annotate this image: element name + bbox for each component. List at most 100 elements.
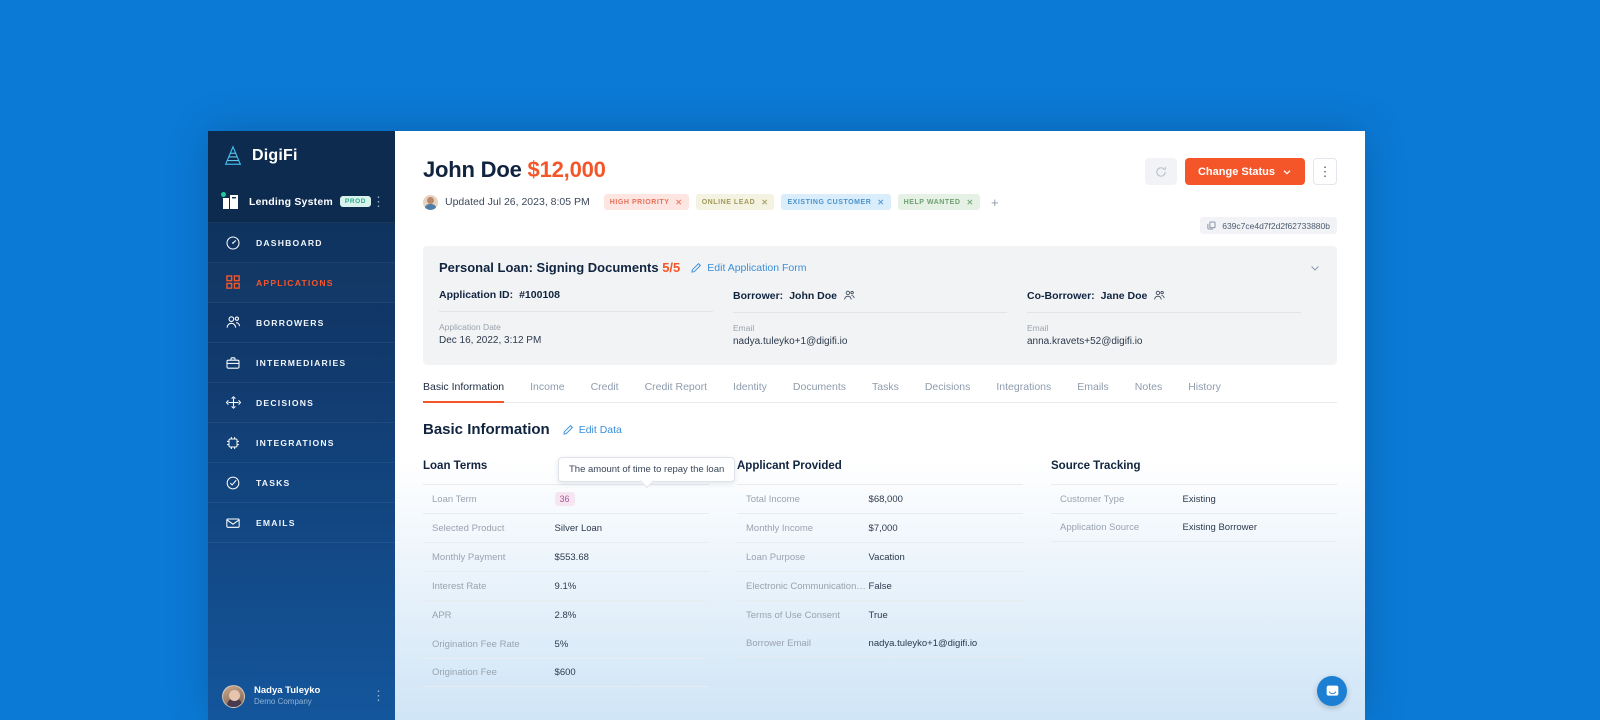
tab-documents[interactable]: Documents	[780, 381, 859, 402]
brand-logo-row[interactable]: DigiFi	[208, 131, 395, 181]
summary-sub-value: anna.kravets+52@digifi.io	[1027, 336, 1143, 347]
tab-integrations[interactable]: Integrations	[983, 381, 1064, 402]
brand-name: DigiFi	[252, 147, 298, 164]
row-value: $600	[554, 667, 576, 678]
data-column-loan-terms: Loan Terms Loan Term 36 Selected Product…	[423, 460, 709, 687]
tab-basic-information[interactable]: Basic Information	[423, 381, 517, 403]
edit-application-form-link[interactable]: Edit Application Form	[690, 262, 807, 274]
change-status-button[interactable]: Change Status	[1184, 158, 1305, 185]
tag-label: HIGH PRIORITY	[609, 198, 670, 206]
data-column-header: Source Tracking	[1051, 460, 1141, 472]
row-key: APR	[432, 609, 452, 621]
table-row[interactable]: Loan Purpose Vacation	[737, 542, 1023, 571]
sidebar-item-integrations[interactable]: INTEGRATIONS	[208, 423, 395, 463]
summary-column-header: Borrower: John Doe	[733, 289, 1007, 313]
grid-icon	[224, 274, 242, 292]
more-actions-button[interactable]: ⋮	[1313, 158, 1337, 185]
progress-fraction: 5/5	[662, 260, 681, 275]
user-company: Demo Company	[254, 696, 312, 706]
close-icon[interactable]: ✕	[761, 198, 768, 207]
sidebar-item-dashboard[interactable]: DASHBOARD	[208, 223, 395, 263]
chat-bubble-icon	[1325, 684, 1340, 699]
summary-sub-value: Dec 16, 2022, 3:12 PM	[439, 335, 542, 346]
table-row[interactable]: Terms of Use Consent True	[737, 600, 1023, 629]
digifi-logo-icon	[222, 145, 244, 167]
sidebar-item-emails[interactable]: EMAILS	[208, 503, 395, 543]
sidebar-user-row[interactable]: Nadya Tuleyko Demo Company ⋮	[208, 672, 395, 720]
tab-credit[interactable]: Credit	[578, 381, 632, 402]
row-key: Interest Rate	[432, 580, 487, 592]
tab-history[interactable]: History	[1175, 381, 1234, 402]
close-icon[interactable]: ✕	[877, 198, 884, 207]
close-icon[interactable]: ✕	[967, 198, 974, 207]
tab-decisions[interactable]: Decisions	[912, 381, 984, 402]
application-summary-panel: Personal Loan: Signing Documents 5/5 Edi…	[423, 246, 1337, 365]
page-header: John Doe $12,000 Change Status ⋮ Updated…	[395, 131, 1365, 234]
row-value: $7,000	[868, 522, 898, 534]
person-icon[interactable]	[843, 289, 856, 302]
row-value: 2.8%	[554, 609, 577, 621]
record-id-text: 639c7ce4d7f2d2f62733880b	[1222, 220, 1330, 231]
table-row[interactable]: Selected Product Silver Loan	[423, 513, 709, 542]
tag-help-wanted[interactable]: HELP WANTED ✕	[897, 194, 980, 210]
sidebar-item-decisions[interactable]: DECISIONS	[208, 383, 395, 423]
table-row[interactable]: Total Income $68,000	[737, 484, 1023, 513]
sidebar-item-tasks[interactable]: TASKS	[208, 463, 395, 503]
table-row[interactable]: Monthly Payment $553.68	[423, 542, 709, 571]
row-value: 9.1%	[554, 580, 577, 592]
workspace-kebab-icon[interactable]: ⋮	[372, 195, 385, 208]
edit-data-label: Edit Data	[578, 423, 622, 436]
sidebar-item-label: DASHBOARD	[256, 237, 323, 248]
edit-data-link[interactable]: Edit Data	[562, 424, 622, 436]
table-row[interactable]: Interest Rate 9.1%	[423, 571, 709, 600]
tab-emails[interactable]: Emails	[1064, 381, 1122, 402]
tab-bar: Basic Information Income Credit Credit R…	[423, 381, 1337, 403]
tab-identity[interactable]: Identity	[720, 381, 780, 402]
tab-credit-report[interactable]: Credit Report	[632, 381, 720, 402]
header-actions: Change Status ⋮	[1144, 158, 1337, 185]
field-tooltip: The amount of time to repay the loan	[558, 457, 736, 482]
sidebar-nav: DASHBOARD APPLICATIONS BORROWERS INTERME…	[208, 223, 395, 543]
sidebar-item-borrowers[interactable]: BORROWERS	[208, 303, 395, 343]
avatar	[423, 194, 438, 210]
user-kebab-icon[interactable]: ⋮	[372, 688, 385, 704]
briefcase-icon	[224, 354, 242, 372]
refresh-button[interactable]	[1144, 158, 1177, 185]
table-row[interactable]: Origination Fee $600	[423, 658, 709, 687]
table-row[interactable]: Origination Fee Rate 5%	[423, 629, 709, 658]
table-row[interactable]: Application Source Existing Borrower	[1051, 513, 1337, 542]
updated-timestamp: Updated Jul 26, 2023, 8:05 PM	[445, 196, 590, 208]
tab-notes[interactable]: Notes	[1122, 381, 1175, 402]
messenger-launcher-button[interactable]	[1317, 676, 1347, 706]
value-pill: 36	[554, 491, 575, 506]
chevron-down-icon	[1282, 167, 1292, 177]
row-key: Terms of Use Consent	[746, 609, 840, 621]
sidebar-item-intermediaries[interactable]: INTERMEDIARIES	[208, 343, 395, 383]
tag-online-lead[interactable]: ONLINE LEAD ✕	[695, 194, 775, 210]
table-row[interactable]: APR 2.8%	[423, 600, 709, 629]
sidebar-item-label: INTERMEDIARIES	[256, 357, 347, 368]
table-row[interactable]: Electronic Communications C... False	[737, 571, 1023, 600]
summary-column-application: Application ID: #100108 Application Date…	[439, 289, 733, 347]
table-row[interactable]: Borrower Email nadya.tuleyko+1@digifi.io	[737, 629, 1023, 658]
table-row[interactable]: Monthly Income $7,000	[737, 513, 1023, 542]
envelope-icon	[224, 514, 242, 532]
table-row[interactable]: Customer Type Existing	[1051, 484, 1337, 513]
sidebar-item-label: EMAILS	[256, 517, 296, 528]
copy-record-id-chip[interactable]: 639c7ce4d7f2d2f62733880b	[1200, 217, 1337, 234]
workspace-selector[interactable]: Lending System PROD ⋮	[208, 181, 395, 223]
person-icon[interactable]	[1153, 289, 1166, 302]
tab-tasks[interactable]: Tasks	[859, 381, 912, 402]
table-row[interactable]: Loan Term 36	[423, 484, 709, 513]
add-tag-button[interactable]: +	[987, 194, 1003, 210]
tag-high-priority[interactable]: HIGH PRIORITY ✕	[603, 194, 689, 210]
row-key: Loan Term	[432, 493, 477, 505]
close-icon[interactable]: ✕	[675, 198, 682, 207]
tag-existing-customer[interactable]: EXISTING CUSTOMER ✕	[781, 194, 891, 210]
summary-header-value: John Doe	[789, 289, 838, 302]
row-key: Borrower Email	[746, 638, 811, 649]
applicant-name: John Doe	[423, 157, 522, 182]
collapse-panel-chevron-icon[interactable]	[1309, 262, 1321, 274]
sidebar-item-applications[interactable]: APPLICATIONS	[208, 263, 395, 303]
tab-income[interactable]: Income	[517, 381, 577, 402]
